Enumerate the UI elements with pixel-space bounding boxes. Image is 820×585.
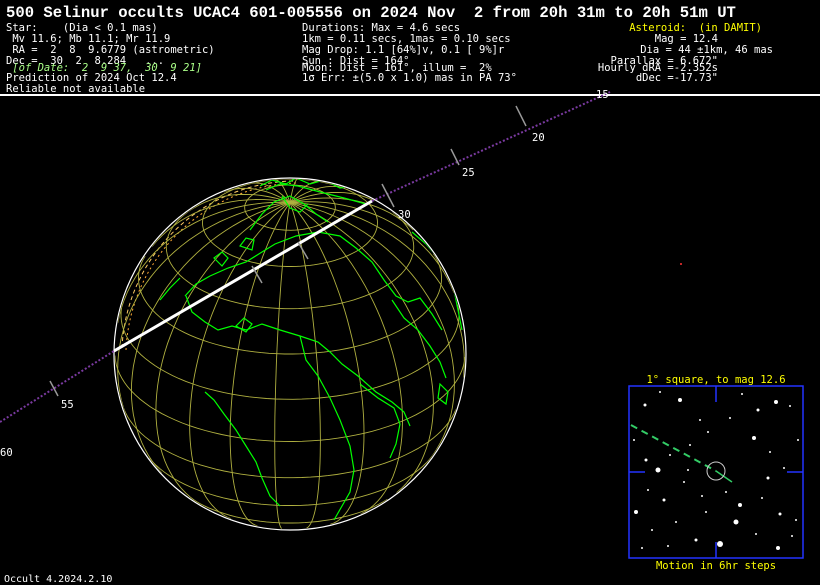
time-label: 20 — [532, 132, 545, 144]
software-version: Occult 4.2024.2.10 — [4, 574, 113, 585]
star-dot — [667, 545, 669, 547]
star-dot — [699, 419, 701, 421]
path-tick — [297, 241, 309, 260]
star-dot — [729, 417, 731, 419]
star-dot — [694, 538, 698, 542]
time-tick — [450, 148, 460, 166]
starchart-frame — [628, 385, 804, 559]
occultation-path — [113, 199, 373, 353]
globe-graticule — [115, 179, 465, 529]
path-limit-line — [125, 182, 299, 351]
graticule-line — [202, 179, 378, 267]
star-dot — [689, 444, 691, 446]
star-dot — [678, 398, 682, 402]
star-dot — [791, 535, 793, 537]
star-dot — [741, 393, 743, 395]
star-dot — [725, 491, 727, 493]
graticule-line — [190, 498, 388, 524]
time-label: 55 — [61, 399, 74, 411]
occultation-map: 500 Selinur occults UCAC4 601-005556 on … — [0, 0, 820, 585]
star-dot — [669, 454, 671, 456]
time-tick — [515, 105, 527, 127]
star-dot — [761, 497, 763, 499]
graticule-line — [115, 355, 465, 442]
star-dot — [641, 547, 643, 549]
star-dot — [778, 512, 782, 516]
starchart-footer: Motion in 6hr steps — [656, 560, 776, 572]
graticule-line — [289, 201, 455, 456]
star-dot — [643, 403, 647, 407]
star-dot — [756, 408, 760, 412]
graticule-line — [123, 407, 457, 479]
star-dot — [789, 405, 791, 407]
star-dot — [647, 489, 649, 491]
star-dot — [705, 511, 707, 513]
star-dot — [683, 481, 685, 483]
star-dot — [707, 431, 709, 433]
star-dot — [655, 467, 661, 473]
star-dot — [797, 439, 799, 441]
shadow-track — [0, 350, 115, 423]
star-dot — [774, 400, 778, 404]
star-dot — [662, 498, 666, 502]
star-dot — [717, 541, 723, 547]
graticule-line — [117, 201, 291, 409]
time-label: 15 — [596, 89, 609, 101]
star-dot — [795, 519, 797, 521]
graticule-line — [289, 201, 434, 494]
star-dot — [752, 436, 756, 440]
star-dot — [766, 476, 770, 480]
star-dot — [644, 458, 648, 462]
time-label: 25 — [462, 167, 475, 179]
graticule-line — [289, 179, 298, 203]
star-dot — [701, 495, 703, 497]
shadow-track — [371, 91, 611, 202]
star-dot — [687, 469, 689, 471]
star-dot — [783, 467, 785, 469]
star-dot — [651, 529, 653, 531]
starchart-title: 1° square, to mag 12.6 — [646, 374, 785, 386]
star-dot — [776, 546, 780, 550]
star-dot — [633, 439, 635, 441]
graticule-line — [289, 202, 403, 515]
star-dot — [675, 521, 677, 523]
star-dot — [634, 510, 638, 514]
graticule-line — [138, 253, 442, 355]
star-dot — [659, 391, 661, 393]
marker-dot — [680, 263, 682, 265]
star-dot — [755, 533, 757, 535]
star-dot — [733, 519, 739, 525]
map-canvas: 15 20 25 30 55 60 1° square, to mag 12.6… — [0, 89, 804, 572]
star-dot — [738, 503, 742, 507]
time-label: 60 — [0, 447, 13, 459]
time-label: 30 — [398, 209, 411, 221]
star-dot — [769, 451, 771, 453]
time-tick — [49, 380, 59, 397]
graticule-line — [289, 202, 321, 529]
